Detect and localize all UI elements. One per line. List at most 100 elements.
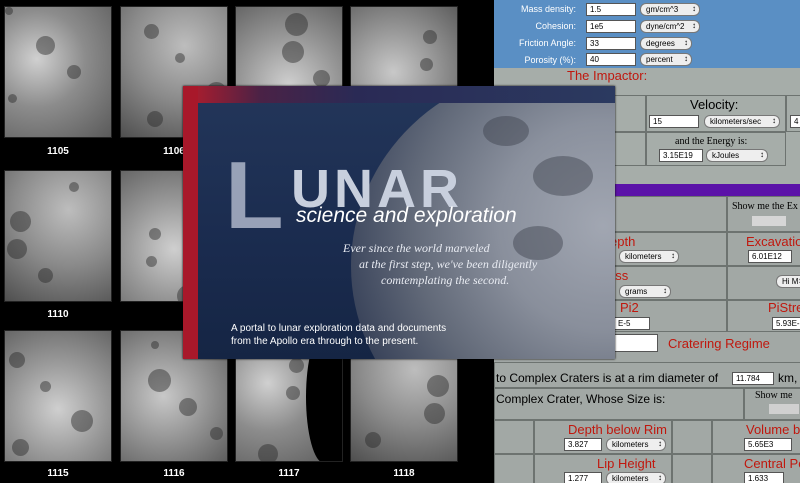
- depth-below-rim-output: 3.827: [564, 438, 602, 451]
- regime-output: [610, 334, 658, 352]
- volume-label: Volume b: [746, 422, 800, 437]
- crater-mark: [175, 53, 185, 63]
- pistre-output: 5.93E-: [772, 317, 800, 330]
- crater-mark: [420, 58, 433, 71]
- depth-below-rim-label: Depth below Rim: [568, 422, 667, 437]
- lip-height-unit-select[interactable]: kilometers: [606, 472, 666, 483]
- cohesion-input[interactable]: 1e5: [586, 20, 636, 33]
- porosity-input[interactable]: 40: [586, 53, 636, 66]
- crater-mark: [38, 268, 53, 283]
- photo-number-label: 1110: [47, 309, 69, 320]
- thumbnail-image: [752, 216, 786, 226]
- crater-mark: [67, 65, 81, 79]
- crater-mark: [148, 369, 171, 392]
- result-cell: [672, 420, 712, 454]
- crater-mark: [146, 256, 157, 267]
- crater-mark: [427, 375, 449, 397]
- description-line: from the Apollo era through to the prese…: [231, 336, 419, 347]
- logo-letter-l: L: [225, 142, 284, 249]
- energy-unit-select[interactable]: kJoules: [706, 149, 768, 162]
- friction-angle-input[interactable]: 33: [586, 37, 636, 50]
- photo-number-label: 1117: [278, 468, 300, 479]
- photo-texture: [5, 7, 111, 137]
- crater-mark: [151, 341, 159, 349]
- pi2-label: Pi2: [620, 300, 639, 315]
- excavation-label: Excavatio: [746, 234, 800, 249]
- transition-diameter-output: 11.784: [732, 372, 774, 385]
- crater-mark: [9, 352, 25, 368]
- show-me-complex-button[interactable]: Show me: [755, 390, 793, 401]
- photo-texture: [5, 171, 111, 301]
- crater-mark: [423, 30, 437, 44]
- cohesion-unit-select[interactable]: dyne/cm^2: [640, 20, 700, 33]
- mass-density-label: Mass density:: [520, 4, 576, 14]
- banner-subtitle: science and exploration: [296, 204, 517, 227]
- crater-mark: [424, 403, 445, 424]
- transition-text: to Complex Craters is at a rim diameter …: [496, 371, 719, 385]
- cratering-regime-label: Cratering Regime: [668, 336, 770, 351]
- depth-below-rim-unit-select[interactable]: kilometers: [606, 438, 666, 451]
- crater-mark: [289, 358, 304, 373]
- velocity-input[interactable]: 15: [649, 115, 699, 128]
- lunar-photo[interactable]: [4, 330, 112, 462]
- crater-mark: [10, 211, 31, 232]
- lunar-photo[interactable]: [4, 170, 112, 302]
- crater-mark: [7, 239, 27, 259]
- cohesion-label: Cohesion:: [535, 21, 576, 31]
- volume-output: 5.65E3: [744, 438, 792, 451]
- pistre-label: PiStre: [768, 300, 800, 315]
- crater-mark: [210, 427, 223, 440]
- photo-number-label: 1116: [163, 468, 185, 479]
- moon-mare: [483, 116, 529, 146]
- lip-height-label: Lip Height: [597, 456, 656, 471]
- crater-mark: [5, 7, 13, 15]
- quote-line: comtemplating the second.: [381, 273, 510, 287]
- crater-mark: [365, 432, 381, 448]
- lunar-photo[interactable]: [4, 6, 112, 138]
- excavation-output: 6.01E12: [748, 250, 792, 263]
- banner-red-bar: [183, 86, 198, 359]
- crater-mark: [36, 36, 55, 55]
- description-line: A portal to lunar exploration data and d…: [231, 323, 447, 334]
- quote-line: Ever since the world marveled: [343, 241, 490, 255]
- friction-angle-label: Friction Angle:: [518, 38, 576, 48]
- crater-mark: [147, 111, 163, 127]
- mass-unit-select[interactable]: grams: [619, 285, 671, 298]
- show-me-excavation-button[interactable]: Show me the Ex: [732, 201, 798, 212]
- lip-height-output: 1.277: [564, 472, 602, 483]
- complex-crater-label: Complex Crater, Whose Size is:: [496, 392, 666, 406]
- mass-density-unit-select[interactable]: gm/cm^3: [640, 3, 700, 16]
- crater-mark: [40, 381, 51, 392]
- friction-angle-unit-select[interactable]: degrees: [640, 37, 692, 50]
- crater-mark: [286, 386, 300, 400]
- crater-mark: [71, 410, 93, 432]
- thumbnail-image: [769, 404, 799, 414]
- crater-mark: [179, 398, 197, 416]
- porosity-unit-select[interactable]: percent: [640, 53, 692, 66]
- energy-output: 3.15E19: [659, 149, 703, 162]
- impactor-heading: The Impactor:: [567, 68, 648, 83]
- quote-line: at the first step, we've been diligently: [359, 257, 538, 271]
- banner-top-stripe: [183, 86, 615, 103]
- photo-number-label: 1105: [47, 146, 69, 157]
- result-cell: [672, 454, 712, 483]
- velocity-label: Velocity:: [690, 97, 739, 112]
- lunar-banner[interactable]: L UNAR science and exploration Ever sinc…: [183, 86, 615, 359]
- velocity-unit-select[interactable]: kilometers/sec: [704, 115, 780, 128]
- photo-number-label: 1118: [393, 468, 415, 479]
- hi-button[interactable]: Hi M: [776, 275, 800, 288]
- crater-mark: [282, 41, 304, 63]
- crater-mark: [8, 94, 17, 103]
- mass-density-input[interactable]: 1.5: [586, 3, 636, 16]
- energy-label: and the Energy is:: [675, 136, 748, 147]
- banner-description: A portal to lunar exploration data and d…: [231, 322, 446, 348]
- result-cell: [494, 454, 534, 483]
- depth-unit-select[interactable]: kilometers: [619, 250, 679, 263]
- impactor-right-input[interactable]: 4: [790, 115, 800, 128]
- crater-mark: [258, 444, 278, 461]
- porosity-label: Porosity (%):: [524, 55, 576, 65]
- crater-mark: [285, 13, 308, 36]
- result-cell: [494, 420, 534, 454]
- crater-mark: [144, 24, 159, 39]
- banner-quote: Ever since the world marveled at the fir…: [343, 240, 537, 288]
